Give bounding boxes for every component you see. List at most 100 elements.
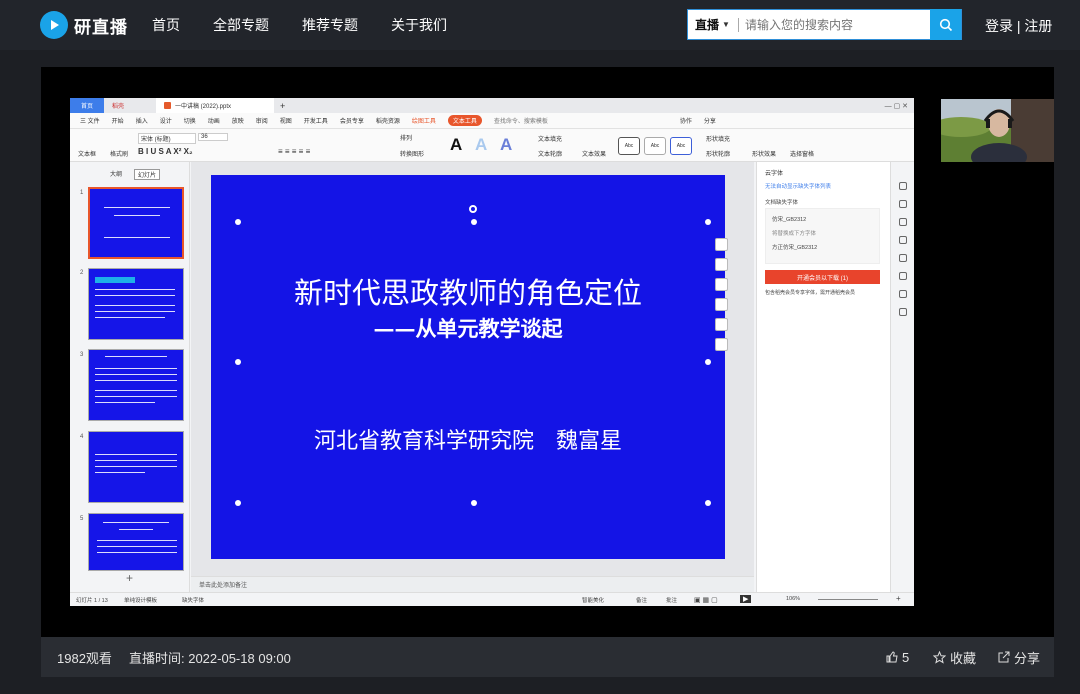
textbox-button[interactable]: 文本框 bbox=[78, 149, 96, 158]
convert-shape-button[interactable]: 转换图形 bbox=[400, 149, 424, 158]
font-size-select[interactable]: 36 bbox=[198, 133, 228, 141]
comment-toggle[interactable]: 批注 bbox=[666, 596, 677, 604]
add-slide-icon[interactable]: + bbox=[126, 571, 133, 585]
shape-style-2[interactable]: Abc bbox=[644, 137, 666, 155]
slide-thumbnail[interactable] bbox=[88, 349, 184, 421]
animation-icon[interactable] bbox=[715, 338, 728, 351]
text-style-a-outline[interactable]: A bbox=[500, 135, 512, 155]
tab-file[interactable]: 一中讲稿 (2022).pptx bbox=[156, 98, 274, 113]
shape-effect-button[interactable]: 形状效果 bbox=[752, 149, 776, 158]
missing-font-link[interactable]: 无法自动显示缺失字体列表 bbox=[765, 182, 831, 190]
menu-animation[interactable]: 动画 bbox=[208, 116, 220, 125]
format-painter-button[interactable]: 格式刷 bbox=[110, 149, 128, 158]
text-style-a-black[interactable]: A bbox=[450, 135, 462, 155]
selection-handle[interactable] bbox=[235, 500, 241, 506]
text-tool-icon[interactable] bbox=[898, 308, 907, 316]
design-template[interactable]: 单纯设计模板 bbox=[124, 596, 157, 604]
selection-handle[interactable] bbox=[705, 359, 711, 365]
search-type-select[interactable]: 直播 ▼ bbox=[688, 16, 738, 33]
slide-title[interactable]: 新时代思政教师的角色定位 bbox=[211, 270, 725, 312]
menu-view[interactable]: 视图 bbox=[280, 116, 292, 125]
menu-review[interactable]: 审阅 bbox=[256, 116, 268, 125]
selection-handle[interactable] bbox=[705, 219, 711, 225]
text-style-a-light[interactable]: A bbox=[475, 135, 487, 155]
shape-style-3[interactable]: Abc bbox=[670, 137, 692, 155]
selection-handle[interactable] bbox=[705, 500, 711, 506]
share-button[interactable]: 分享 bbox=[998, 648, 1040, 667]
text-fill-button[interactable]: 文本填充 bbox=[538, 134, 562, 143]
login-link[interactable]: 登录 bbox=[985, 18, 1013, 34]
missing-font-status[interactable]: 缺失字体 bbox=[182, 596, 204, 604]
tool-icon[interactable] bbox=[898, 272, 907, 280]
selection-handle[interactable] bbox=[471, 219, 477, 225]
menu-file[interactable]: 三 文件 bbox=[80, 116, 100, 125]
shape-outline-button[interactable]: 形状轮廓 bbox=[706, 149, 730, 158]
nav-recommended[interactable]: 推荐专题 bbox=[302, 15, 358, 35]
fill-icon[interactable] bbox=[715, 278, 728, 291]
play-slideshow-icon[interactable]: ▶ bbox=[740, 595, 752, 603]
menu-transition[interactable]: 切换 bbox=[184, 116, 196, 125]
search-input[interactable] bbox=[739, 10, 930, 39]
favorite-button[interactable]: 收藏 bbox=[933, 648, 976, 667]
notes-toggle[interactable]: 备注 bbox=[636, 596, 647, 604]
menu-resources[interactable]: 稻壳资源 bbox=[376, 116, 400, 125]
site-logo[interactable]: 研直播 bbox=[40, 11, 128, 39]
slide-thumbnail[interactable] bbox=[88, 268, 184, 340]
new-tab-icon[interactable]: + bbox=[280, 101, 285, 111]
slide-thumbnail[interactable] bbox=[88, 187, 184, 259]
menu-slideshow[interactable]: 放映 bbox=[232, 116, 244, 125]
selection-pane-button[interactable]: 选择窗格 bbox=[790, 149, 814, 158]
like-button[interactable]: 5 bbox=[886, 650, 909, 665]
zoom-in-icon[interactable]: + bbox=[896, 594, 901, 603]
tool-icon[interactable] bbox=[898, 236, 907, 244]
notes-bar[interactable]: 单击此处添加备注 bbox=[191, 576, 754, 592]
replacement-font[interactable]: 方正仿宋_GB2312 bbox=[772, 243, 817, 251]
slide-author[interactable]: 河北省教育科学研究院 魏富星 bbox=[211, 423, 725, 455]
window-controls[interactable]: — ▢ ✕ bbox=[885, 102, 908, 110]
font-select[interactable]: 宋体 (标题) bbox=[138, 133, 196, 144]
zoom-level[interactable]: 106% bbox=[786, 596, 800, 602]
command-search[interactable]: 查找命令、搜索模板 bbox=[494, 116, 548, 125]
nav-home[interactable]: 首页 bbox=[152, 15, 180, 35]
menu-devtools[interactable]: 开发工具 bbox=[304, 116, 328, 125]
arrange-button[interactable]: 排列 bbox=[400, 133, 412, 142]
menu-insert[interactable]: 插入 bbox=[136, 116, 148, 125]
rotate-handle-icon[interactable] bbox=[469, 205, 477, 213]
menu-text-tools[interactable]: 文本工具 bbox=[447, 115, 482, 126]
menu-start[interactable]: 开始 bbox=[112, 116, 124, 125]
tool-icon[interactable] bbox=[898, 182, 907, 190]
register-link[interactable]: 注册 bbox=[1024, 18, 1052, 34]
slide-thumbnail[interactable] bbox=[88, 513, 184, 571]
slide-subtitle[interactable]: ——从单元教学谈起 bbox=[211, 313, 725, 343]
edit-icon[interactable] bbox=[715, 238, 728, 251]
view-buttons[interactable]: ▣ ▦ ▢ bbox=[694, 596, 718, 604]
outline-icon[interactable] bbox=[715, 298, 728, 311]
selection-handle[interactable] bbox=[235, 359, 241, 365]
menu-design[interactable]: 设计 bbox=[160, 116, 172, 125]
download-font-button[interactable]: 开通会员以下载 (1) bbox=[765, 270, 880, 284]
tool-icon[interactable] bbox=[898, 200, 907, 208]
slide-thumbnail[interactable] bbox=[88, 431, 184, 503]
align-buttons[interactable]: ≡ ≡ ≡ ≡ ≡ bbox=[278, 147, 310, 156]
text-outline-button[interactable]: 文本轮廓 bbox=[538, 149, 562, 158]
shape-style-1[interactable]: Abc bbox=[618, 137, 640, 155]
selection-handle[interactable] bbox=[471, 500, 477, 506]
tool-icon[interactable] bbox=[898, 290, 907, 298]
tab-slides[interactable]: 幻灯片 bbox=[134, 169, 161, 180]
nav-all-topics[interactable]: 全部专题 bbox=[213, 15, 269, 35]
collab-button[interactable]: 协作 bbox=[680, 116, 692, 125]
menu-drawing-tools[interactable]: 绘图工具 bbox=[412, 116, 436, 125]
tool-icon[interactable] bbox=[898, 218, 907, 226]
tool-icon[interactable] bbox=[898, 254, 907, 262]
effect-icon[interactable] bbox=[715, 318, 728, 331]
format-buttons[interactable]: B I U S A X² X₂ bbox=[138, 147, 193, 156]
share-button[interactable]: 分享 bbox=[704, 116, 716, 125]
search-button[interactable] bbox=[930, 9, 961, 40]
menu-member[interactable]: 会员专享 bbox=[340, 116, 364, 125]
shape-fill-button[interactable]: 形状填充 bbox=[706, 134, 730, 143]
shape-icon[interactable] bbox=[715, 258, 728, 271]
zoom-slider[interactable] bbox=[818, 599, 878, 600]
tab-docs[interactable]: 稻壳 bbox=[104, 98, 156, 113]
smart-beautify[interactable]: 智能美化 bbox=[582, 596, 604, 604]
nav-about[interactable]: 关于我们 bbox=[391, 15, 447, 35]
